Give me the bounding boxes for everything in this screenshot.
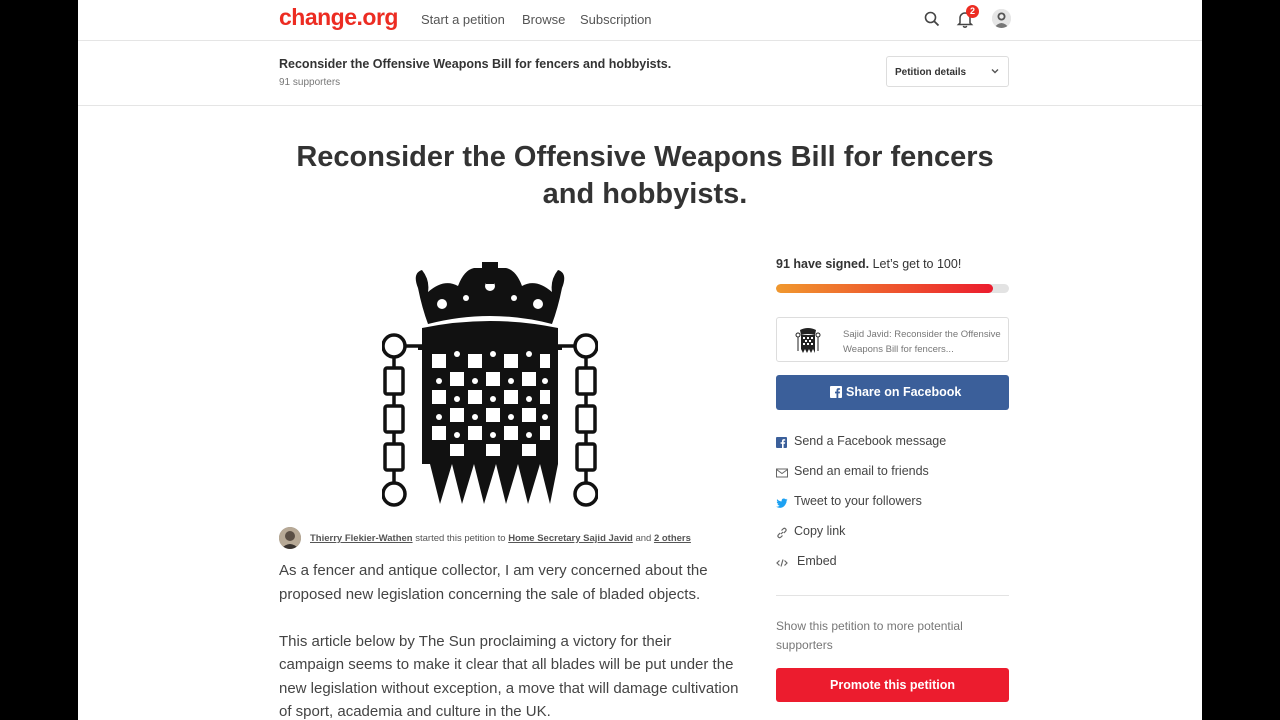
- signed-goal: Let’s get to 100!: [869, 257, 962, 271]
- portcullis-thumbnail: [795, 328, 821, 353]
- facebook-icon: [776, 437, 787, 448]
- petition-details-label: Petition details: [895, 67, 967, 78]
- share-on-facebook-button[interactable]: Share on Facebook: [776, 375, 1009, 410]
- others-link[interactable]: 2 others: [654, 533, 691, 544]
- signature-status: 91 have signed. Let’s get to 100!: [776, 257, 1011, 271]
- share-item-label: Send a Facebook message: [794, 434, 947, 448]
- signature-progress-bar: [776, 284, 1009, 293]
- send-email-link[interactable]: Send an email to friends: [776, 463, 1009, 483]
- page: change.org Start a petition Browse Subsc…: [78, 0, 1202, 720]
- nav-subscription[interactable]: Subscription: [580, 12, 652, 27]
- progress-fill: [776, 284, 993, 293]
- starter-name-link[interactable]: Thierry Flekier-Wathen: [310, 533, 413, 544]
- facebook-icon: [830, 386, 842, 398]
- user-avatar[interactable]: [992, 9, 1011, 28]
- share-card-text: Sajid Javid: Reconsider the Offensive We…: [843, 329, 1001, 355]
- chevron-down-icon: [991, 69, 999, 74]
- share-item-label: Send an email to friends: [794, 464, 929, 478]
- portcullis-image: [382, 262, 598, 507]
- petition-details-dropdown[interactable]: Petition details: [886, 56, 1009, 87]
- nav-start-petition[interactable]: Start a petition: [421, 12, 505, 27]
- share-item-label: Tweet to your followers: [794, 494, 922, 508]
- sign-sidebar: 91 have signed. Let’s get to 100! Sajid: [776, 257, 1011, 702]
- site-logo[interactable]: change.org: [279, 4, 398, 31]
- top-nav: change.org Start a petition Browse Subsc…: [78, 0, 1202, 41]
- send-facebook-message-link[interactable]: Send a Facebook message: [776, 433, 1009, 453]
- facebook-button-label: Share on Facebook: [846, 385, 962, 399]
- notification-badge: 2: [966, 5, 979, 18]
- petition-share-card[interactable]: Sajid Javid: Reconsider the Offensive We…: [776, 317, 1009, 362]
- and-text: and: [632, 533, 654, 544]
- body-paragraph: This article below by The Sun proclaimin…: [279, 632, 739, 720]
- petition-header: Reconsider the Offensive Weapons Bill fo…: [78, 41, 1202, 106]
- target-link[interactable]: Home Secretary Sajid Javid: [508, 533, 633, 544]
- signed-count: 91 have signed.: [776, 257, 870, 271]
- starter-avatar[interactable]: [279, 527, 301, 549]
- twitter-icon: [776, 498, 788, 508]
- petition-body: As a fencer and antique collector, I am …: [279, 559, 739, 720]
- started-text: started this petition to: [412, 533, 509, 544]
- page-title: Reconsider the Offensive Weapons Bill fo…: [296, 141, 994, 210]
- body-paragraph: As a fencer and antique collector, I am …: [279, 562, 708, 603]
- share-item-label: Embed: [797, 554, 837, 568]
- sidebar-divider: [776, 595, 1009, 596]
- share-item-label: Copy link: [794, 524, 846, 538]
- embed-link[interactable]: Embed: [776, 553, 1009, 573]
- header-supporter-count: 91 supporters: [279, 77, 341, 88]
- copy-link[interactable]: Copy link: [776, 523, 1009, 543]
- link-icon: [777, 527, 787, 539]
- header-petition-title: Reconsider the Offensive Weapons Bill fo…: [279, 57, 672, 71]
- petition-starter-line: Thierry Flekier-Wathen started this peti…: [279, 527, 739, 551]
- email-icon: [776, 468, 788, 478]
- tweet-link[interactable]: Tweet to your followers: [776, 493, 1009, 513]
- search-icon[interactable]: [922, 9, 942, 29]
- nav-browse[interactable]: Browse: [522, 12, 565, 27]
- promote-petition-button[interactable]: Promote this petition: [776, 668, 1009, 702]
- embed-icon: [776, 559, 788, 567]
- promote-description: Show this petition to more potential sup…: [776, 619, 963, 652]
